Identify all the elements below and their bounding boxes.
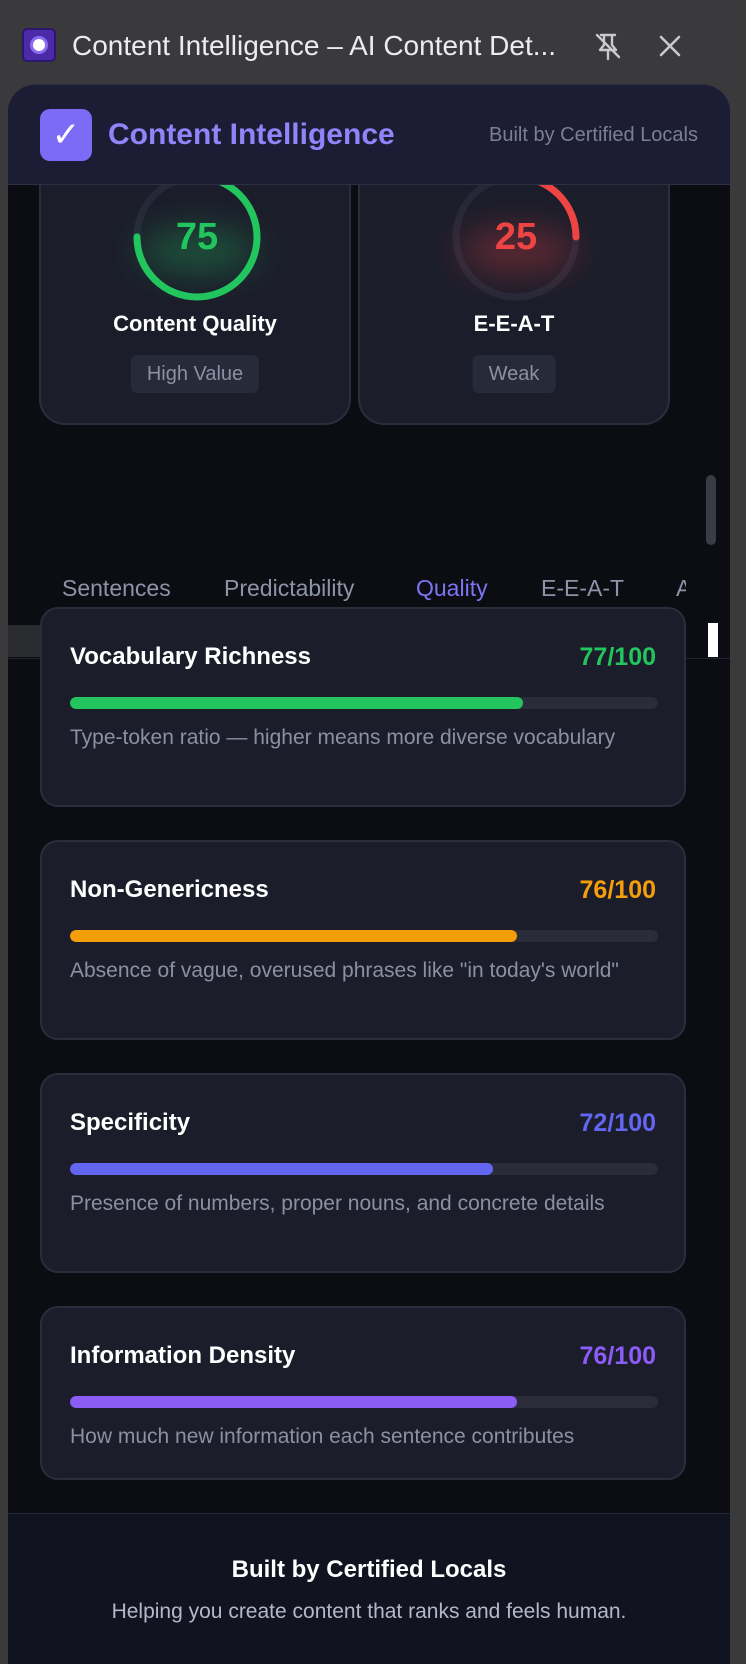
metric-description: Type-token ratio — higher means more div… — [70, 726, 616, 749]
metric-progress-fill — [70, 1163, 494, 1175]
metric-description: Presence of numbers, proper nouns, and c… — [70, 1192, 605, 1215]
content-quality-label: Content Quality — [113, 311, 277, 336]
eeat-label: E-E-A-T — [473, 311, 555, 336]
metric-card-specificity: Specificity 72/100 Presence of numbers, … — [40, 1073, 686, 1273]
extension-favicon-icon — [22, 28, 56, 62]
extension-panel: 75 Content Quality High Value 25 E-E-A-T… — [8, 84, 730, 1664]
metric-progress-fill — [70, 697, 523, 709]
metric-description: How much new information each sentence c… — [70, 1425, 575, 1448]
metric-progress-fill — [70, 930, 517, 942]
metric-card-non-genericness: Non-Genericness 76/100 Absence of vague,… — [40, 840, 686, 1040]
check-logo-icon: ✓ — [40, 109, 92, 161]
metric-progress-fill — [70, 1396, 517, 1408]
close-icon[interactable] — [650, 26, 690, 66]
score-glow — [458, 231, 578, 271]
metric-card-vocabulary-richness: Vocabulary Richness 77/100 Type-token ra… — [40, 607, 686, 807]
metric-score: 77/100 — [579, 643, 656, 671]
metric-score: 76/100 — [579, 1342, 656, 1370]
vertical-scrollbar-marker — [708, 623, 718, 657]
metric-card-information-density: Information Density 76/100 How much new … — [40, 1306, 686, 1480]
metric-title: Vocabulary Richness — [70, 643, 311, 670]
metric-progress-track — [70, 697, 658, 709]
panel-footer: Built by Certified Locals Helping you cr… — [8, 1513, 730, 1664]
metric-score: 72/100 — [579, 1109, 656, 1137]
side-panel-titlebar: Content Intelligence – AI Content Det... — [0, 0, 746, 86]
footer-subtitle: Helping you create content that ranks an… — [111, 1600, 627, 1623]
metric-title: Information Density — [70, 1342, 296, 1369]
vertical-scrollbar-thumb[interactable] — [706, 475, 716, 545]
metric-progress-track — [70, 1163, 658, 1175]
brand-title: Content Intelligence — [108, 118, 395, 151]
side-panel-title: Content Intelligence – AI Content Det... — [72, 30, 557, 61]
built-by-label: Built by Certified Locals — [489, 124, 698, 146]
metric-progress-track — [70, 930, 658, 942]
metric-title: Non-Genericness — [70, 876, 269, 903]
eeat-badge: Weak — [472, 355, 556, 393]
score-glow — [138, 231, 258, 271]
unpin-icon[interactable] — [588, 26, 628, 66]
metric-description: Absence of vague, overused phrases like … — [70, 959, 619, 982]
content-quality-badge: High Value — [130, 355, 260, 393]
footer-title: Built by Certified Locals — [231, 1556, 507, 1583]
panel-header: ✓ Content Intelligence Built by Certifie… — [8, 85, 730, 271]
metric-title: Specificity — [70, 1109, 191, 1136]
metric-progress-track — [70, 1396, 658, 1408]
metric-score: 76/100 — [579, 876, 656, 904]
